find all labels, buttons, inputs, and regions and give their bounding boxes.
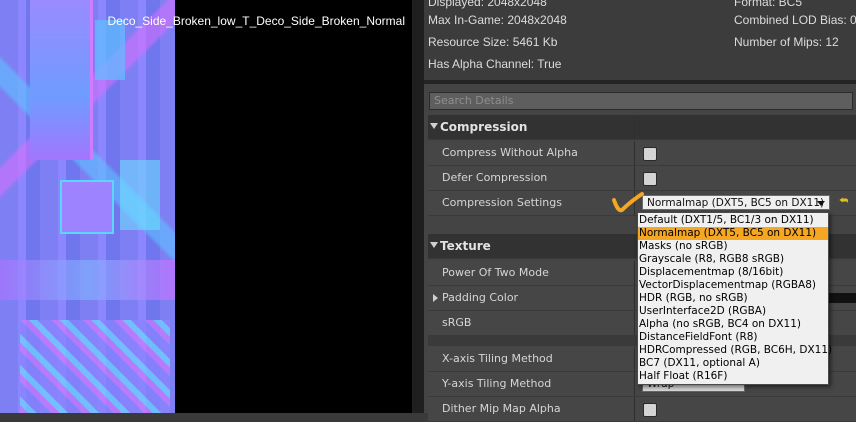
compress-without-alpha-checkbox[interactable] [643,147,657,161]
compression-settings-combo[interactable]: Normalmap (DXT5, BC5 on DX11) [642,195,830,210]
collapse-arrow-icon[interactable] [430,123,438,129]
texture-format: Format: BC5 [734,0,803,9]
dither-mip-checkbox[interactable] [643,403,657,417]
resource-size: Resource Size: 5461 Kb [428,35,558,49]
max-ingame-size: Max In-Game: 2048x2048 [428,13,567,27]
dropdown-option[interactable]: VectorDisplacementmap (RGBA8) [638,279,828,292]
dropdown-option[interactable]: Normalmap (DXT5, BC5 on DX11) [638,227,828,240]
compression-settings-dropdown[interactable]: Default (DXT1/5, BC1/3 on DX11) Normalmap… [637,212,832,385]
collapse-arrow-icon[interactable] [430,242,438,248]
prop-dither-mip: Dither Mip Map Alpha [428,397,856,422]
dropdown-option[interactable]: Displacementmap (8/16bit) [638,266,828,279]
chevron-down-icon [817,201,825,206]
dropdown-option[interactable]: UserInterface2D (RGBA) [638,305,828,318]
reset-to-default-icon[interactable]: ⮪ [839,196,848,207]
dropdown-option[interactable]: DistanceFieldFont (R8) [638,331,828,344]
dropdown-option[interactable]: Alpha (no sRGB, BC4 on DX11) [638,318,828,331]
prop-label: Dither Mip Map Alpha [442,402,561,415]
defer-compression-checkbox[interactable] [643,172,657,186]
prop-label: Power Of Two Mode [442,266,549,279]
annotation-checkmark-icon [612,192,644,213]
expand-arrow-icon[interactable] [433,294,438,302]
displayed-size: Displayed: 2048x2048 [428,0,547,9]
prop-label: Y-axis Tiling Method [442,377,552,390]
texture-viewport[interactable]: Deco_Side_Broken_low_T_Deco_Side_Broken_… [0,0,412,413]
lod-bias: Combined LOD Bias: 0 [734,13,856,27]
prop-label: Compression Settings [442,196,562,209]
search-details-input[interactable]: Search Details [429,92,853,110]
combo-value: Normalmap (DXT5, BC5 on DX11) [647,197,825,209]
texture-info-panel: Displayed: 2048x2048 Format: BC5 Max In-… [424,0,856,80]
dropdown-option[interactable]: Masks (no sRGB) [638,240,828,253]
normal-map-preview [0,0,175,413]
color-swatch[interactable] [826,293,856,303]
dropdown-option[interactable]: HDRCompressed (RGB, BC6H, DX11) [638,344,832,357]
prop-label: sRGB [442,316,472,329]
viewport-title: Deco_Side_Broken_low_T_Deco_Side_Broken_… [107,14,405,28]
dropdown-option[interactable]: HDR (RGB, no sRGB) [638,292,828,305]
category-compression[interactable]: Compression [428,115,856,140]
prop-label: Padding Color [442,291,519,304]
category-label: Compression [440,120,528,134]
prop-label: Compress Without Alpha [442,146,578,159]
prop-label: Defer Compression [442,171,548,184]
category-label: Texture [440,239,491,253]
dropdown-option[interactable]: BC7 (DX11, optional A) [638,357,828,370]
mip-count: Number of Mips: 12 [734,35,839,49]
prop-compress-without-alpha: Compress Without Alpha [428,141,856,166]
dropdown-option[interactable]: Default (DXT1/5, BC1/3 on DX11) [638,214,828,227]
prop-label: X-axis Tiling Method [442,352,553,365]
dropdown-option[interactable]: Half Float (R16F) [638,370,828,383]
panel-splitter[interactable] [412,0,424,413]
alpha-channel-info: Has Alpha Channel: True [428,57,562,71]
dropdown-option[interactable]: Grayscale (R8, RGB8 sRGB) [638,253,828,266]
